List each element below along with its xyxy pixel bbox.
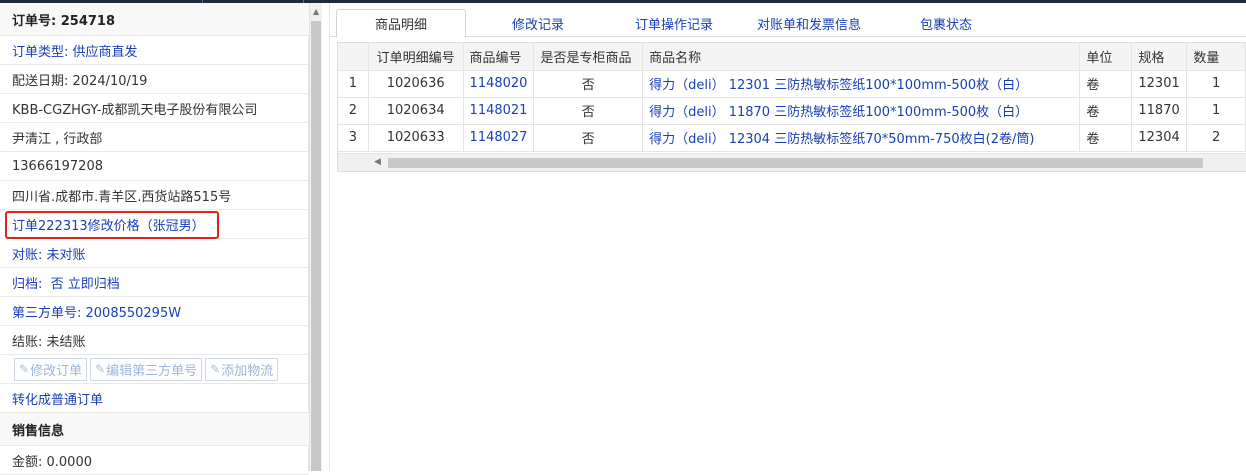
scrollbar-thumb[interactable] xyxy=(311,21,321,471)
address: 四川省.成都市.青羊区.西货站路515号 xyxy=(12,189,232,205)
phone-number: 13666197208 xyxy=(12,158,103,174)
customer-name: KBB-CGZHGY-成都凯天电子股份有限公司 xyxy=(12,102,258,118)
row-index: 1 xyxy=(338,70,369,98)
counter-cell: 否 xyxy=(533,70,644,98)
tab-label: 修改记录 xyxy=(512,18,565,33)
unit-cell: 卷 xyxy=(1079,124,1133,152)
column-header[interactable]: 规格 xyxy=(1131,43,1188,71)
order-number: 订单号: 254718 xyxy=(12,13,115,29)
delivery-date: 配送日期: 2024/10/19 xyxy=(12,73,148,89)
tab-change-log[interactable]: 修改记录 xyxy=(498,9,578,38)
column-header xyxy=(338,43,369,71)
counter-cell: 否 xyxy=(533,124,644,152)
spec-cell: 12304 xyxy=(1131,124,1188,152)
product-name-link[interactable]: 得力（deli） 11870 三防热敏标签纸100*100mm-500枚（白） xyxy=(642,97,1081,125)
edit-order-button[interactable]: ✎ 修改订单 xyxy=(14,357,88,381)
edit-order-label: 修改订单 xyxy=(30,363,83,379)
column-header[interactable]: 商品名称 xyxy=(642,43,1081,71)
settlement-status: 结账: 未结账 xyxy=(12,334,86,350)
spec-cell: 11870 xyxy=(1131,97,1188,125)
tab-operation-log[interactable]: 订单操作记录 xyxy=(621,9,727,38)
edit-icon: ✎ xyxy=(19,362,30,376)
product-grid: 订单明细编号 商品编号 是否是专柜商品 商品名称 单位 规格 数量 1 1020… xyxy=(337,42,1246,172)
left-panel-scrollbar[interactable]: ▲ xyxy=(309,3,322,471)
column-header[interactable]: 商品编号 xyxy=(463,43,535,71)
row-index: 3 xyxy=(338,124,369,152)
highlight-box xyxy=(5,211,219,239)
address-row: 四川省.成都市.青羊区.西货站路515号 xyxy=(0,181,309,210)
phone-row: 13666197208 xyxy=(0,152,309,181)
sales-info-header: 销售信息 xyxy=(0,413,309,446)
convert-row[interactable]: 转化成普通订单 xyxy=(0,384,309,413)
product-name-link[interactable]: 得力（deli） 12304 三防热敏标签纸70*50mm-750枚白(2卷/筒… xyxy=(642,124,1081,152)
edit-third-party-label: 编辑第三方单号 xyxy=(106,363,198,379)
delivery-date-row: 配送日期: 2024/10/19 xyxy=(0,65,309,94)
row-index: 2 xyxy=(338,97,369,125)
product-table: 订单明细编号 商品编号 是否是专柜商品 商品名称 单位 规格 数量 1 1020… xyxy=(338,43,1246,152)
action-buttons-row: ✎ 修改订单 ✎ 编辑第三方单号 ✎ 添加物流 xyxy=(0,355,309,384)
contact-person: 尹清江 , 行政部 xyxy=(12,131,103,147)
customer-row: KBB-CGZHGY-成都凯天电子股份有限公司 xyxy=(0,94,309,123)
tab-product-details[interactable]: 商品明细 xyxy=(336,9,466,38)
table-row[interactable]: 3 1020633 1148027 否 得力（deli） 12304 三防热敏标… xyxy=(338,124,1246,152)
reconcile-status: 对账: 未对账 xyxy=(12,247,86,263)
column-header[interactable]: 单位 xyxy=(1079,43,1133,71)
column-header[interactable]: 订单明细编号 xyxy=(368,43,464,71)
detail-id-cell: 1020636 xyxy=(368,70,464,98)
product-id-link[interactable]: 1148027 xyxy=(463,124,535,152)
qty-cell: 1 xyxy=(1186,97,1246,125)
sales-info-title: 销售信息 xyxy=(12,423,65,439)
scroll-left-icon[interactable]: ◀ xyxy=(374,157,381,167)
panel-splitter[interactable] xyxy=(322,3,330,471)
product-name-link[interactable]: 得力（deli） 12301 三防热敏标签纸100*100mm-500枚（白） xyxy=(642,70,1081,98)
order-number-header: 订单号: 254718 xyxy=(0,3,309,36)
scrollbar-thumb[interactable] xyxy=(388,158,1203,168)
reconcile-row: 对账: 未对账 xyxy=(0,239,309,268)
edit-icon: ✎ xyxy=(210,362,221,376)
order-info-panel: 订单号: 254718 订单类型: 供应商直发 配送日期: 2024/10/19… xyxy=(0,3,309,475)
add-logistics-button[interactable]: ✎ 添加物流 xyxy=(205,357,279,381)
unit-cell: 卷 xyxy=(1079,70,1133,98)
convert-to-normal-link[interactable]: 转化成普通订单 xyxy=(12,389,103,408)
tab-invoice-info[interactable]: 对账单和发票信息 xyxy=(743,9,875,38)
tab-label: 订单操作记录 xyxy=(635,18,714,33)
sales-amount: 金额: 0.0000 xyxy=(12,454,92,470)
order-type-row: 订单类型: 供应商直发 xyxy=(0,36,309,65)
third-party-row: 第三方单号: 2008550295W xyxy=(0,297,309,326)
unit-cell: 卷 xyxy=(1079,97,1133,125)
detail-id-cell: 1020633 xyxy=(368,124,464,152)
grid-horizontal-scrollbar[interactable]: ◀ xyxy=(338,153,1246,171)
contact-row: 尹清江 , 行政部 xyxy=(0,123,309,152)
archive-row: 归档: 否 立即归档 xyxy=(0,268,309,297)
edit-third-party-button[interactable]: ✎ 编辑第三方单号 xyxy=(90,357,203,381)
scroll-up-icon[interactable]: ▲ xyxy=(313,7,319,16)
product-id-link[interactable]: 1148021 xyxy=(463,97,535,125)
tab-label: 商品明细 xyxy=(374,18,427,33)
qty-cell: 1 xyxy=(1186,70,1246,98)
column-header[interactable]: 是否是专柜商品 xyxy=(533,43,644,71)
tab-label: 包裹状态 xyxy=(920,18,973,33)
tab-label: 对账单和发票信息 xyxy=(757,18,862,33)
archive-now-link[interactable]: 否 立即归档 xyxy=(51,273,120,292)
table-header-row: 订单明细编号 商品编号 是否是专柜商品 商品名称 单位 规格 数量 xyxy=(338,43,1246,71)
add-logistics-label: 添加物流 xyxy=(221,363,274,379)
third-party-number: 第三方单号: 2008550295W xyxy=(12,305,182,321)
table-row[interactable]: 1 1020636 1148020 否 得力（deli） 12301 三防热敏标… xyxy=(338,70,1246,98)
counter-cell: 否 xyxy=(533,97,644,125)
product-id-link[interactable]: 1148020 xyxy=(463,70,535,98)
archive-label: 归档: xyxy=(12,276,43,292)
order-type: 订单类型: 供应商直发 xyxy=(12,44,138,60)
table-row[interactable]: 2 1020634 1148021 否 得力（deli） 11870 三防热敏标… xyxy=(338,97,1246,125)
tab-package-status[interactable]: 包裹状态 xyxy=(906,9,986,38)
detail-id-cell: 1020634 xyxy=(368,97,464,125)
qty-cell: 2 xyxy=(1186,124,1246,152)
column-header[interactable]: 数量 xyxy=(1186,43,1246,71)
edit-icon: ✎ xyxy=(95,362,106,376)
settlement-row: 结账: 未结账 xyxy=(0,326,309,355)
spec-cell: 12301 xyxy=(1131,70,1188,98)
detail-tabs: 商品明细 修改记录 订单操作记录 对账单和发票信息 包裹状态 xyxy=(330,3,1246,38)
